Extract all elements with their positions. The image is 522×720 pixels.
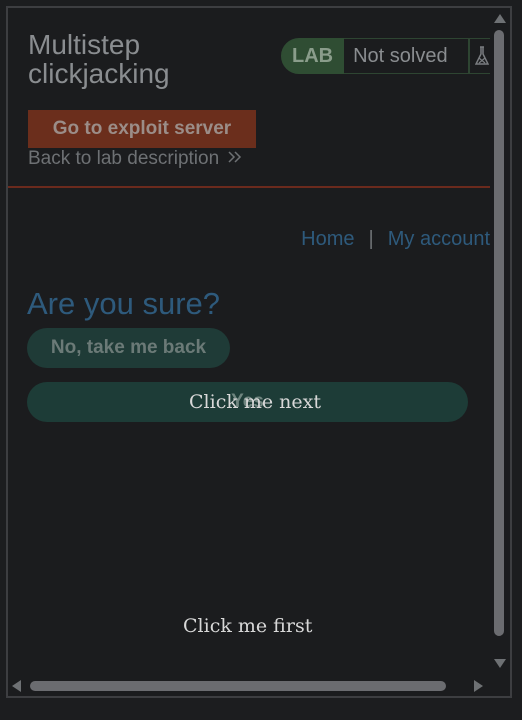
scroll-up-icon[interactable] (494, 14, 506, 23)
nav-separator: | (368, 228, 374, 250)
horizontal-scroll-thumb[interactable] (30, 681, 446, 691)
vertical-scroll-thumb[interactable] (494, 30, 504, 636)
scroll-left-icon[interactable] (12, 680, 21, 692)
header-divider (8, 186, 490, 188)
confirm-heading: Are you sure? (27, 286, 220, 321)
lab-status-widget: LAB Not solved (281, 38, 496, 74)
horizontal-scrollbar[interactable] (8, 676, 490, 696)
scrollbar-corner (490, 676, 510, 696)
top-nav: Home | My account (8, 228, 490, 251)
decoy-click-me-next: Click me next (189, 391, 322, 413)
back-link-label: Back to lab description (28, 148, 220, 169)
back-to-lab-description-link[interactable]: Back to lab description (28, 148, 243, 170)
no-take-me-back-button[interactable]: No, take me back (27, 328, 230, 368)
frame-content: Multistep clickjacking LAB Not solved Go… (8, 8, 495, 676)
decoy-click-me-first: Click me first (183, 615, 313, 637)
scroll-down-icon[interactable] (494, 659, 506, 668)
vertical-scrollbar[interactable] (490, 8, 510, 676)
embedded-frame: Multistep clickjacking LAB Not solved Go… (6, 6, 512, 698)
nav-my-account-link[interactable]: My account (388, 228, 490, 251)
go-to-exploit-server-button[interactable]: Go to exploit server (28, 110, 256, 148)
double-chevron-right-icon (227, 148, 243, 170)
lab-badge: LAB (281, 38, 345, 74)
lab-status-text: Not solved (344, 38, 469, 74)
nav-home-link[interactable]: Home (301, 228, 354, 251)
scroll-right-icon[interactable] (474, 680, 483, 692)
lab-title: Multistep clickjacking (28, 29, 170, 89)
